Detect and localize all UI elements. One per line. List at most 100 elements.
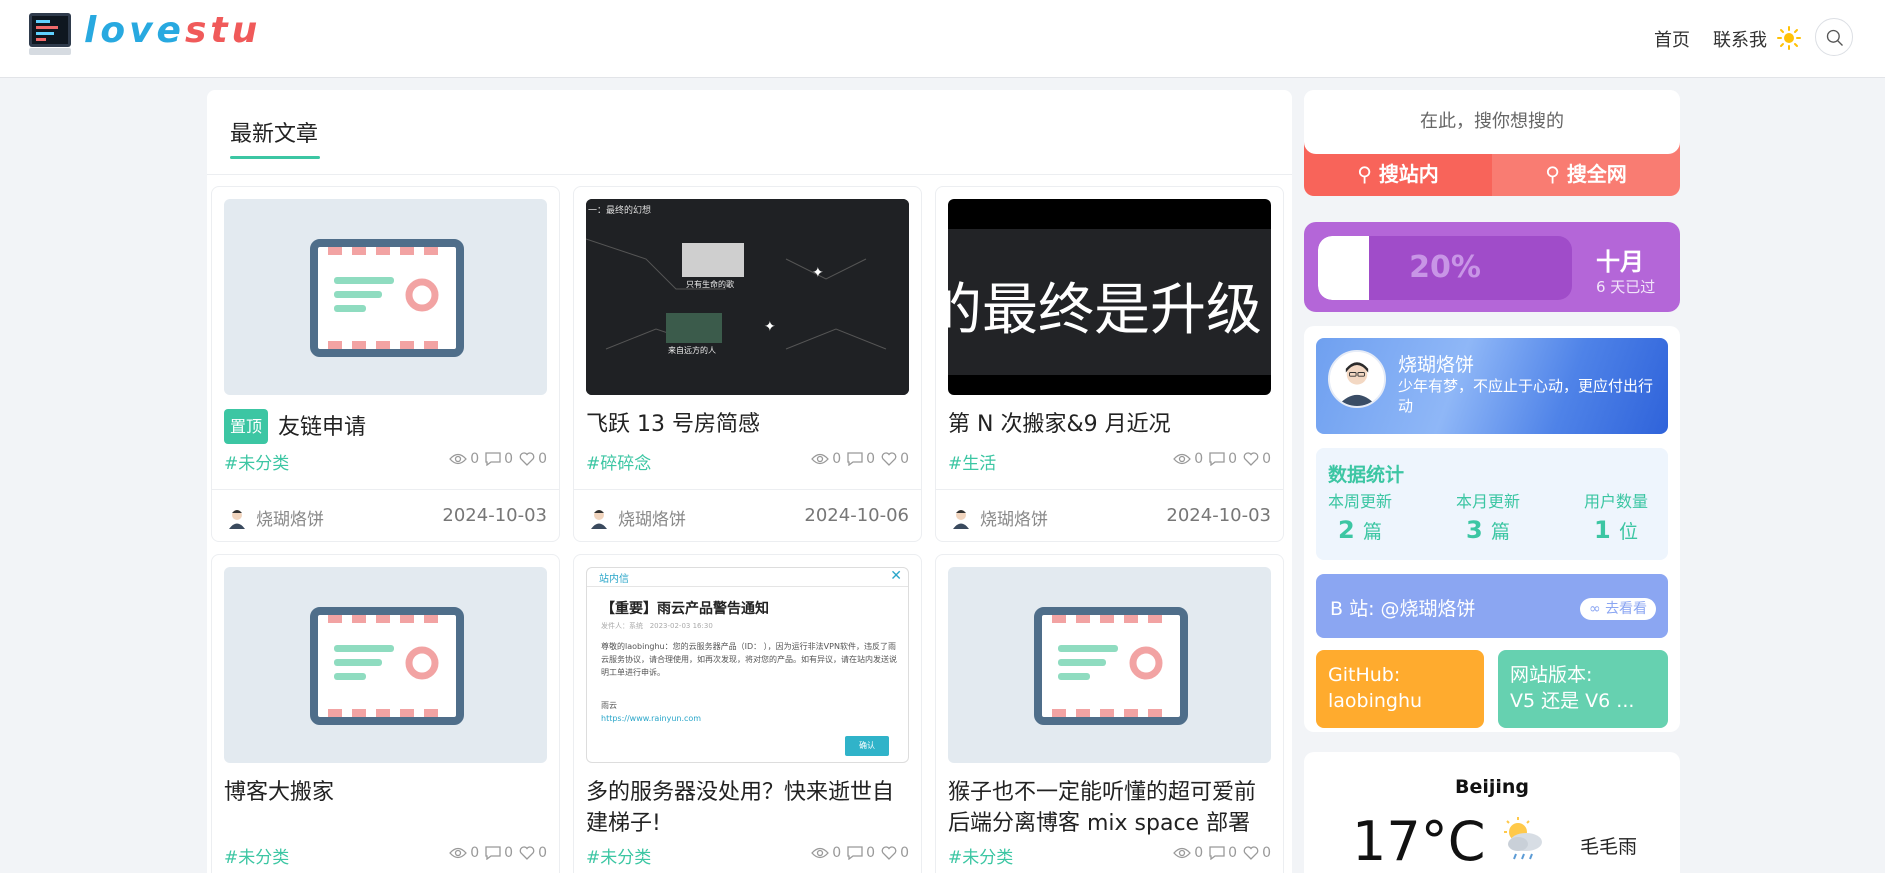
notice-link: https://www.rainyun.com	[601, 714, 702, 723]
comments-count: 0	[1228, 845, 1238, 861]
github-link-box[interactable]: GitHub: laobinghu	[1316, 650, 1484, 728]
search-web-label: 搜全网	[1566, 162, 1627, 186]
stat-month-updates: 本月更新 3 篇	[1456, 488, 1520, 544]
post-date: 2024-10-03	[442, 505, 547, 526]
notice-title: 【重要】雨云产品警告通知	[601, 601, 769, 617]
placeholder-card-icon	[310, 607, 464, 725]
card-divider	[574, 489, 921, 490]
post-date: 2024-10-03	[1166, 505, 1271, 526]
views-count: 0	[470, 451, 480, 467]
sidebar-search-widget: 在此，搜你想搜的 ⚲ 搜站内 ⚲ 搜全网	[1304, 90, 1680, 196]
logo-icon[interactable]	[28, 12, 72, 56]
avatar[interactable]	[1328, 350, 1386, 408]
stat-label: 用户数量	[1584, 492, 1649, 511]
likes-count: 0	[538, 845, 547, 861]
post-title[interactable]: 第 N 次搬家&9 月近况	[948, 409, 1273, 440]
heart-icon	[881, 846, 897, 860]
post-title-text[interactable]: 友链申请	[278, 415, 366, 440]
stat-user-count: 用户数量 1 位	[1584, 488, 1648, 544]
bilibili-link-box[interactable]: B 站: @烧瑚烙饼 ∞ 去看看	[1316, 574, 1668, 638]
post-title[interactable]: 多的服务器没处用？快来逝世自建梯子!	[586, 777, 911, 839]
video-caption-1: 一：最终的幻想	[588, 206, 652, 216]
comments-count: 0	[504, 845, 514, 861]
notice-confirm-button: 确认	[845, 736, 889, 756]
post-title[interactable]: 猴子也不一定能听懂的超可爱前后端分离博客 mix space 部署	[948, 777, 1273, 839]
profile-name: 烧瑚烙饼	[1398, 354, 1475, 376]
post-card[interactable]: ✦ ✦ 一：最终的幻想 只有生命的歌 来自远方的人 飞跃 13 号房简感 #碎碎…	[573, 186, 922, 542]
site-version-box[interactable]: 网站版本: V5 还是 V6 ...	[1498, 650, 1668, 728]
author-avatar	[229, 510, 245, 529]
heart-icon	[519, 452, 535, 466]
post-tag[interactable]: #未分类	[224, 449, 289, 474]
likes-count: 0	[1262, 451, 1271, 467]
eye-icon	[449, 847, 468, 859]
post-thumbnail[interactable]	[224, 199, 547, 395]
post-card[interactable]: 置顶 友链申请 #未分类 0 0 0 烧瑚烙饼 2024-10-03	[211, 186, 560, 542]
comment-icon	[847, 846, 863, 860]
svg-text:✦: ✦	[812, 265, 824, 281]
top-header: lovestu 首页 联系我	[0, 0, 1885, 78]
post-stats: 0 0 0	[449, 451, 547, 467]
version-value: V5 还是 V6 ...	[1510, 690, 1635, 712]
post-card[interactable]: 站内信 ✕ 【重要】雨云产品警告通知 发件人：系统 2023-02-03 16:…	[573, 554, 922, 873]
post-author: 烧瑚烙饼	[256, 510, 324, 530]
profile-banner: 烧瑚烙饼 少年有梦，不应止于心动，更应付出行动	[1316, 338, 1668, 434]
notice-sender: 发件人：系统	[601, 622, 643, 630]
video-frame-image: ✦ ✦	[586, 199, 909, 395]
post-author: 烧瑚烙饼	[980, 510, 1048, 530]
stat-value: 2 篇	[1328, 516, 1392, 544]
notice-sign: 雨云	[601, 701, 617, 710]
eye-icon	[811, 847, 830, 859]
svg-text:✦: ✦	[764, 319, 776, 335]
weather-widget: Beijing 17°C 毛毛雨	[1304, 752, 1680, 873]
post-thumbnail[interactable]: 的最终是升级	[948, 199, 1271, 395]
post-tag[interactable]: #未分类	[948, 843, 1013, 868]
bilibili-visit-label: 去看看	[1605, 601, 1648, 617]
sidebar-search-input[interactable]: 在此，搜你想搜的	[1304, 90, 1680, 154]
views-count: 0	[1194, 845, 1204, 861]
section-title: 最新文章	[230, 122, 319, 147]
post-tag[interactable]: #未分类	[586, 843, 651, 868]
likes-count: 0	[1262, 845, 1271, 861]
post-title[interactable]: 博客大搬家	[224, 777, 549, 808]
heart-icon	[881, 452, 897, 466]
likes-count: 0	[900, 451, 909, 467]
post-card[interactable]: 猴子也不一定能听懂的超可爱前后端分离博客 mix space 部署 #未分类 0…	[935, 554, 1284, 873]
post-thumbnail[interactable]	[224, 567, 547, 763]
post-card[interactable]: 的最终是升级 第 N 次搬家&9 月近况 #生活 0 0 0 烧瑚烙饼 2024…	[935, 186, 1284, 542]
drizzle-weather-icon	[1504, 817, 1542, 860]
placeholder-card-icon	[1034, 607, 1188, 725]
logo-text[interactable]: lovestu	[84, 10, 261, 51]
post-title[interactable]: 置顶 友链申请	[224, 409, 549, 444]
close-icon: ✕	[890, 568, 902, 584]
nav-home-link[interactable]: 首页	[1654, 26, 1690, 52]
video-caption-3: 来自远方的人	[668, 346, 716, 355]
post-tag[interactable]: #碎碎念	[586, 449, 651, 474]
eye-icon	[449, 453, 468, 465]
comment-icon	[485, 846, 501, 860]
stat-unit: 位	[1619, 521, 1639, 543]
post-tag[interactable]: #未分类	[224, 843, 289, 868]
post-thumbnail[interactable]	[948, 567, 1271, 763]
post-title[interactable]: 飞跃 13 号房简感	[586, 409, 911, 440]
stat-number: 1	[1593, 516, 1611, 544]
card-divider	[212, 489, 559, 490]
sun-icon[interactable]	[1777, 26, 1801, 50]
eye-icon	[1173, 453, 1192, 465]
post-thumbnail[interactable]: ✦ ✦ 一：最终的幻想 只有生命的歌 来自远方的人	[586, 199, 909, 395]
post-card[interactable]: 博客大搬家 #未分类 0 0 0	[211, 554, 560, 873]
bilibili-text: B 站: @烧瑚烙饼	[1330, 598, 1476, 620]
author-avatar	[953, 510, 969, 529]
notice-body: 尊敬的laobinghu：您的云服务器产品（ID： ），因为运行非法VPN软件，…	[601, 642, 897, 677]
comments-count: 0	[504, 451, 514, 467]
eye-icon	[1173, 847, 1192, 859]
post-tag[interactable]: #生活	[948, 449, 996, 474]
nav-contact-link[interactable]: 联系我	[1713, 26, 1767, 52]
search-site-label: 搜站内	[1378, 162, 1439, 186]
post-stats: 0 0 0	[1173, 451, 1271, 467]
bilibili-visit-button[interactable]: ∞ 去看看	[1580, 598, 1656, 620]
link-icon: ∞	[1588, 601, 1601, 617]
post-thumbnail[interactable]: 站内信 ✕ 【重要】雨云产品警告通知 发件人：系统 2023-02-03 16:…	[586, 567, 909, 763]
post-stats: 0 0 0	[811, 845, 909, 861]
header-search-button[interactable]	[1815, 18, 1853, 56]
